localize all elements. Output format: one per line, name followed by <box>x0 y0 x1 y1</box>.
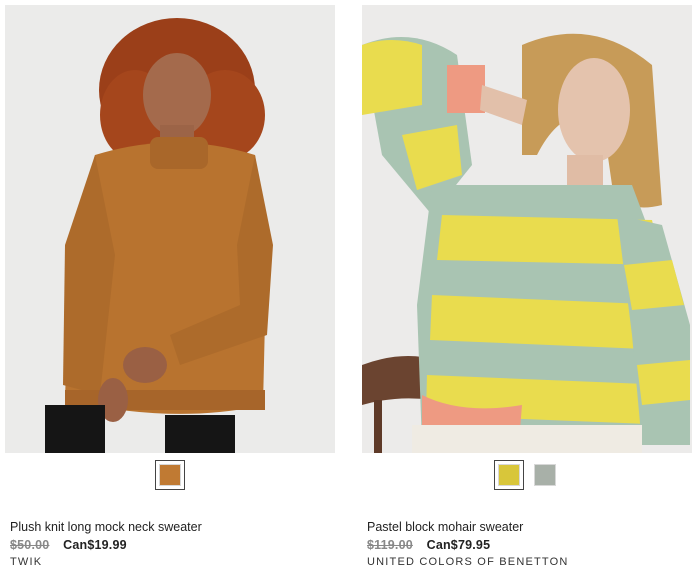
original-price: $119.00 <box>367 538 413 552</box>
color-swatches <box>5 460 335 492</box>
original-price: $50.00 <box>10 538 50 552</box>
color-swatch-grey[interactable] <box>530 460 560 490</box>
sale-price: Can$79.95 <box>426 538 491 552</box>
product-image[interactable] <box>362 5 692 453</box>
swatch-chip <box>159 464 181 486</box>
sale-price: Can$19.99 <box>63 538 127 552</box>
swatch-chip <box>498 464 520 486</box>
model-photo-mustard <box>5 5 335 453</box>
price-block: $50.00 Can$19.99 <box>10 538 127 552</box>
product-card: Pastel block mohair sweater $119.00 Can$… <box>362 0 692 568</box>
brand-name[interactable]: UNITED COLORS OF BENETTON <box>367 556 569 568</box>
price-block: $119.00 Can$79.95 <box>367 538 490 552</box>
color-swatch-yellow[interactable] <box>494 460 524 490</box>
product-name[interactable]: Plush knit long mock neck sweater <box>10 520 335 534</box>
swatch-chip <box>534 464 556 486</box>
color-swatches <box>362 460 692 492</box>
brand-name[interactable]: TWIK <box>10 556 42 568</box>
product-grid: Plush knit long mock neck sweater $50.00… <box>0 0 700 568</box>
product-card: Plush knit long mock neck sweater $50.00… <box>5 0 335 568</box>
model-photo-pastel <box>362 5 692 453</box>
color-swatch-mustard[interactable] <box>155 460 185 490</box>
product-name[interactable]: Pastel block mohair sweater <box>367 520 692 534</box>
product-image[interactable] <box>5 5 335 453</box>
